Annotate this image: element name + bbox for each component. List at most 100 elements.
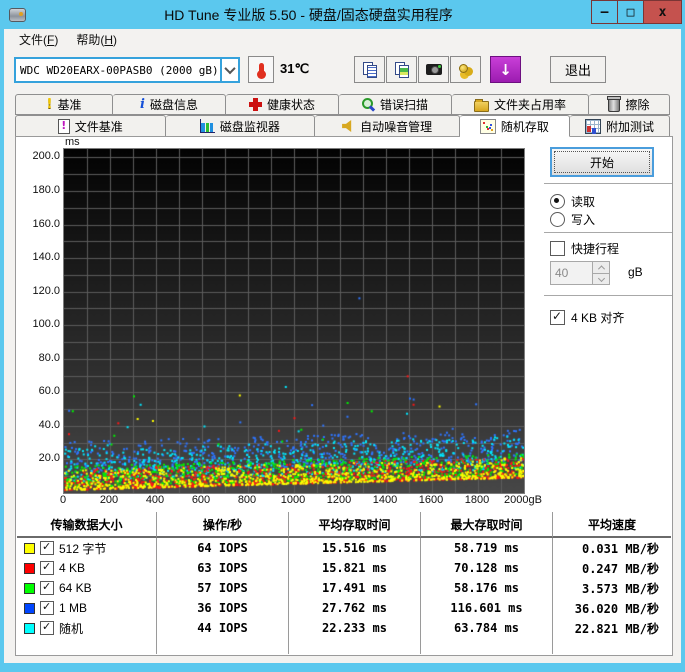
y-tick-label: 120.0	[32, 284, 60, 297]
table-filler	[421, 638, 553, 654]
table-row-series-cell: 64 KB	[17, 578, 157, 598]
table-cell-max: 63.784 ms	[421, 618, 553, 638]
spinner-up-button[interactable]	[593, 262, 609, 274]
tab-fexcl[interactable]: 文件基准	[15, 115, 166, 137]
toolbar: WDC WD20EARX-00PASB0 (2000 gB) 31℃ ↓ 退出	[4, 50, 681, 92]
copy-image-button[interactable]	[386, 56, 417, 83]
coins-icon	[458, 63, 473, 77]
y-tick-label: 40.0	[38, 418, 60, 431]
update-button[interactable]: ↓	[490, 56, 521, 83]
copy-text-button[interactable]	[354, 56, 385, 83]
save-button[interactable]	[450, 56, 481, 83]
exit-button[interactable]: 退出	[550, 56, 606, 83]
table-cell-max: 58.176 ms	[421, 578, 553, 598]
chevron-down-icon[interactable]	[220, 59, 238, 81]
table-filler	[17, 638, 157, 654]
close-button[interactable]: x	[643, 0, 682, 24]
y-tick-label: 140.0	[32, 251, 60, 264]
tab-folder[interactable]: 文件夹占用率	[452, 94, 589, 115]
y-tick-label: 180.0	[32, 183, 60, 196]
scatter-icon	[479, 118, 496, 134]
series-checkbox[interactable]	[40, 580, 54, 595]
short-stroke-size-spinner[interactable]: 40	[550, 261, 610, 285]
table-filler	[553, 638, 671, 654]
start-button[interactable]: 开始	[550, 147, 654, 177]
tab-spk[interactable]: 自动噪音管理	[315, 115, 460, 137]
tab-mag[interactable]: 错误扫描	[339, 94, 452, 115]
4kb-align-checkbox[interactable]: 4 KB 对齐	[550, 309, 624, 326]
series-checkbox[interactable]	[40, 620, 54, 635]
tab-label: 错误扫描	[379, 98, 428, 112]
short-stroke-checkbox[interactable]: 快捷行程	[550, 240, 619, 257]
y-tick-label: 80.0	[38, 351, 60, 364]
table-cell-ops: 44 IOPS	[157, 618, 289, 638]
trash-icon	[607, 96, 622, 112]
tab-info[interactable]: i 磁盘信息	[113, 94, 226, 115]
tab-plus[interactable]: 健康状态	[226, 94, 339, 115]
table-filler	[157, 638, 289, 654]
tab-bars[interactable]: 磁盘监视器	[165, 115, 316, 137]
table-row-series-cell: 随机	[17, 618, 157, 638]
spinner-down-button[interactable]	[593, 273, 609, 284]
series-checkbox[interactable]	[40, 600, 54, 615]
title-bar: HD Tune 专业版 5.50 - 硬盘/固态硬盘实用程序 – □ x	[0, 0, 685, 29]
y-tick-label: 20.0	[38, 452, 60, 465]
maximize-button[interactable]: □	[617, 0, 643, 24]
table-filler	[289, 638, 421, 654]
minimize-button[interactable]: –	[591, 0, 617, 24]
write-radio[interactable]: 写入	[550, 211, 595, 228]
tab-label: 附加测试	[605, 119, 654, 134]
y-tick-label: 100.0	[32, 318, 60, 331]
series-label: 4 KB	[59, 561, 86, 575]
tab-trash[interactable]: 擦除	[589, 94, 670, 115]
tab-label: 文件基准	[74, 119, 123, 134]
tab-label: 自动噪音管理	[360, 119, 433, 134]
table-cell-speed: 0.247 MB/秒	[581, 561, 659, 576]
table-cell-ops: 57 IOPS	[157, 578, 289, 598]
results-table: 传输数据大小操作/秒平均存取时间最大存取时间平均速度512 字节64 IOPS1…	[17, 512, 671, 654]
series-label: 64 KB	[59, 581, 92, 595]
table-cell-speed: 22.821 MB/秒	[574, 621, 659, 636]
tab-grid[interactable]: 附加测试	[569, 115, 670, 137]
y-tick-label: 160.0	[32, 217, 60, 230]
checkbox-checked-icon	[550, 309, 565, 325]
client-area: 文件(F) 帮助(H) WDC WD20EARX-00PASB0 (2000 g…	[4, 29, 681, 663]
folder-icon	[473, 98, 489, 112]
tab-excl[interactable]: ! 基准	[15, 94, 113, 115]
copy-text-icon	[362, 61, 378, 78]
screenshot-button[interactable]	[418, 56, 449, 83]
excl-icon: !	[46, 97, 53, 112]
series-checkbox[interactable]	[40, 540, 54, 555]
spinner-unit-label: gB	[628, 265, 643, 279]
thermometer-icon	[256, 63, 266, 79]
table-cell-avg: 17.491 ms	[289, 578, 421, 598]
x-tick-label: 600	[191, 494, 211, 506]
table-cell-avg: 15.821 ms	[289, 558, 421, 578]
menu-help[interactable]: 帮助(H)	[67, 29, 126, 50]
table-row-series-cell: 512 字节	[17, 538, 157, 558]
series-checkbox[interactable]	[40, 560, 54, 575]
radio-selected-icon	[550, 194, 565, 209]
series-label: 随机	[59, 621, 84, 636]
tab-label: 随机存取	[500, 119, 549, 134]
separator	[544, 232, 672, 233]
x-tick-label: 800	[237, 494, 257, 506]
tab-label: 磁盘监视器	[219, 119, 280, 134]
table-cell-max: 58.719 ms	[421, 538, 553, 558]
fexcl-icon	[57, 118, 70, 134]
series-color-swatch	[24, 602, 35, 614]
drive-select[interactable]: WDC WD20EARX-00PASB0 (2000 gB)	[14, 57, 240, 83]
download-arrow-icon: ↓	[499, 60, 512, 79]
bars-icon	[199, 119, 215, 133]
read-radio[interactable]: 读取	[550, 193, 595, 210]
tab-scatter[interactable]: 随机存取	[459, 115, 570, 137]
series-label: 1 MB	[59, 601, 88, 615]
x-tick-label: 400	[145, 494, 165, 506]
table-cell-speed: 3.573 MB/秒	[581, 581, 659, 596]
table-cell-avg: 15.516 ms	[289, 538, 421, 558]
table-cell-avg: 27.762 ms	[289, 598, 421, 618]
menu-file[interactable]: 文件(F)	[10, 29, 67, 50]
separator	[544, 183, 672, 184]
table-cell-ops: 63 IOPS	[157, 558, 289, 578]
test-controls-panel: 开始 读取 写入 快捷行程 40 gB ✓ 4 KB 对齐	[544, 137, 674, 509]
